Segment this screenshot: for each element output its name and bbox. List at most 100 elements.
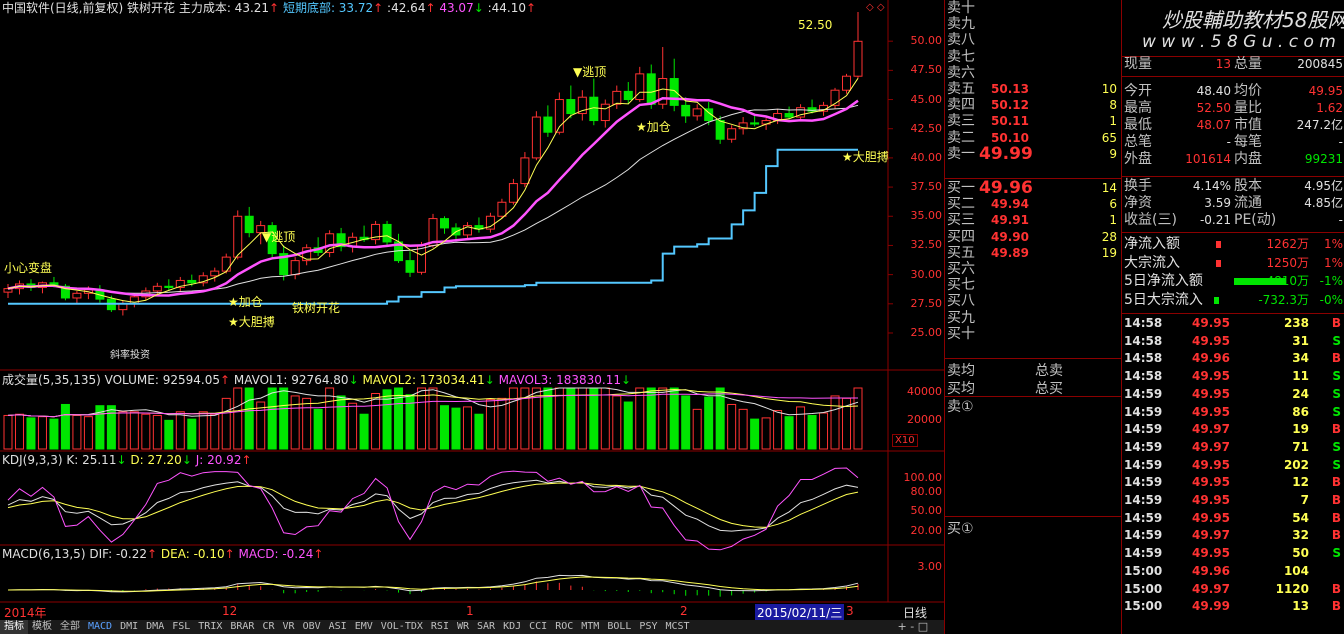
buy-level-row[interactable]: 买五 49.89 19 xyxy=(945,245,1121,262)
date-feb: 2 xyxy=(680,604,688,618)
tab-fsl[interactable]: FSL xyxy=(168,620,194,634)
zoom-out-icon[interactable]: - xyxy=(910,620,914,633)
candle-body xyxy=(233,215,243,258)
tab-emv[interactable]: EMV xyxy=(351,620,377,634)
tab-指标[interactable]: 指标 xyxy=(0,620,28,634)
candle-body xyxy=(497,201,507,217)
buy-level-row[interactable]: 买四 49.90 28 xyxy=(945,229,1121,246)
fit-icon[interactable]: □ xyxy=(918,620,928,633)
volume-bar xyxy=(738,408,748,450)
tab-mtm[interactable]: MTM xyxy=(577,620,603,634)
sell-level-row[interactable]: 卖三 50.11 1 xyxy=(945,113,1121,130)
candle-body xyxy=(382,223,392,243)
quote-value-2: 247.2亿 xyxy=(1296,118,1343,132)
tab-cci[interactable]: CCI xyxy=(525,620,551,634)
level-label: 买九 xyxy=(947,309,975,326)
tab-wr[interactable]: WR xyxy=(453,620,473,634)
candle-body xyxy=(531,116,541,159)
quote-label: 总笔 xyxy=(1124,134,1152,150)
tab-vr[interactable]: VR xyxy=(279,620,299,634)
tab-全部[interactable]: 全部 xyxy=(56,620,84,634)
tab-macd[interactable]: MACD xyxy=(84,620,116,634)
buy-level-row[interactable]: 买十 xyxy=(945,326,1121,343)
buy-level-row[interactable]: 买六 xyxy=(945,261,1121,278)
quote-label-2: 市值 xyxy=(1234,117,1262,133)
tab-dma[interactable]: DMA xyxy=(142,620,168,634)
kdj-j-line xyxy=(7,467,859,551)
tick-volume: 104 xyxy=(1283,563,1309,578)
tab-kdj[interactable]: KDJ xyxy=(499,620,525,634)
kline-chart-svg[interactable] xyxy=(0,0,944,620)
kdj-d: D: 27.20 xyxy=(130,453,182,467)
kline-chart-area[interactable]: 中国软件(日线,前复权) 铁树开花 主力成本: 43.21↑ 短期底部: 33.… xyxy=(0,0,944,620)
volume-bar xyxy=(267,387,277,450)
quote-divider-2 xyxy=(1122,176,1344,177)
buy-level-row[interactable]: 买二 49.94 6 xyxy=(945,196,1121,213)
sell-level-row[interactable]: 卖一 49.99 9 xyxy=(945,145,1121,163)
tab-cr[interactable]: CR xyxy=(258,620,278,634)
cost-label: 主力成本: 43.21 xyxy=(178,1,270,15)
sell-level-row[interactable]: 卖七 xyxy=(945,49,1121,66)
sell-level-row[interactable]: 卖二 50.10 65 xyxy=(945,130,1121,147)
buy-level-row[interactable]: 买七 xyxy=(945,277,1121,294)
sell-level-row[interactable]: 卖十 xyxy=(945,0,1121,17)
tab-roc[interactable]: ROC xyxy=(551,620,577,634)
buy-level-row[interactable]: 买三 49.91 1 xyxy=(945,212,1121,229)
volume-bar xyxy=(727,403,737,450)
sell-level-row[interactable]: 卖九 xyxy=(945,16,1121,33)
ma10-line xyxy=(7,97,859,297)
volume-bar xyxy=(669,387,679,450)
tick-row: 14:59 49.97 32 B xyxy=(1122,526,1344,544)
candle-body xyxy=(187,279,197,284)
tab-boll[interactable]: BOLL xyxy=(603,620,635,634)
volume-bar xyxy=(152,414,162,450)
tab-vol-tdx[interactable]: VOL-TDX xyxy=(377,620,427,634)
zoom-in-icon[interactable]: + xyxy=(894,620,906,633)
tab-obv[interactable]: OBV xyxy=(299,620,325,634)
quote-value-2: 49.95 xyxy=(1308,84,1343,98)
volume-tick-label: 40000 xyxy=(907,385,942,398)
date-cursor[interactable]: 2015/02/11/三 xyxy=(755,604,845,621)
sell-level-row[interactable]: 卖六 xyxy=(945,65,1121,82)
tab-trix[interactable]: TRIX xyxy=(194,620,226,634)
sell-level-row[interactable]: 卖八 xyxy=(945,32,1121,49)
kdj-k: K: 25.11 xyxy=(66,453,117,467)
buy-level-row[interactable]: 买八 xyxy=(945,293,1121,310)
quote-row: 收益(三) -0.21 PE(动) - xyxy=(1122,212,1344,229)
tab-模板[interactable]: 模板 xyxy=(28,620,56,634)
price-tick-label: 42.50 xyxy=(910,121,943,135)
zoom-controls[interactable]: + - □ xyxy=(894,620,944,634)
buy-level-row[interactable]: 买九 xyxy=(945,310,1121,327)
date-jan: 1 xyxy=(466,604,474,618)
tick-time: 14:59 xyxy=(1124,422,1163,437)
tick-side: B xyxy=(1331,599,1341,614)
volume-bar xyxy=(750,418,760,450)
volume-unit: X10 xyxy=(892,434,918,447)
candle-body xyxy=(543,116,553,133)
tick-side: B xyxy=(1331,581,1341,596)
volume-bar xyxy=(681,395,691,450)
book-divider-2 xyxy=(945,358,1121,359)
tab-brar[interactable]: BRAR xyxy=(226,620,258,634)
tab-psy[interactable]: PSY xyxy=(635,620,661,634)
quote-value: 52.50 xyxy=(1196,101,1231,115)
tab-rsi[interactable]: RSI xyxy=(427,620,453,634)
tab-sar[interactable]: SAR xyxy=(473,620,499,634)
period-label[interactable]: 日线 xyxy=(903,604,927,621)
volume-tick-label: 20000 xyxy=(907,413,942,426)
price-tick-label: 37.50 xyxy=(910,180,943,194)
volume-bar xyxy=(175,411,185,450)
tick-price: 49.97 xyxy=(1192,528,1230,543)
buy-level-row[interactable]: 买一 49.96 14 xyxy=(945,180,1121,197)
quote-label: 外盘 xyxy=(1124,151,1152,167)
price-tick-label: 27.50 xyxy=(910,296,943,310)
chart-corner-icons[interactable]: ◇ ◇ xyxy=(866,2,885,13)
tick-volume: 13 xyxy=(1292,599,1309,614)
tab-mcst[interactable]: MCST xyxy=(661,620,693,634)
sell-level-row[interactable]: 卖四 50.12 8 xyxy=(945,97,1121,114)
tab-dmi[interactable]: DMI xyxy=(116,620,142,634)
sell-level-row[interactable]: 卖五 50.13 10 xyxy=(945,81,1121,98)
candle-body xyxy=(600,103,610,122)
tab-asi[interactable]: ASI xyxy=(325,620,351,634)
level-label: 卖八 xyxy=(947,32,975,49)
